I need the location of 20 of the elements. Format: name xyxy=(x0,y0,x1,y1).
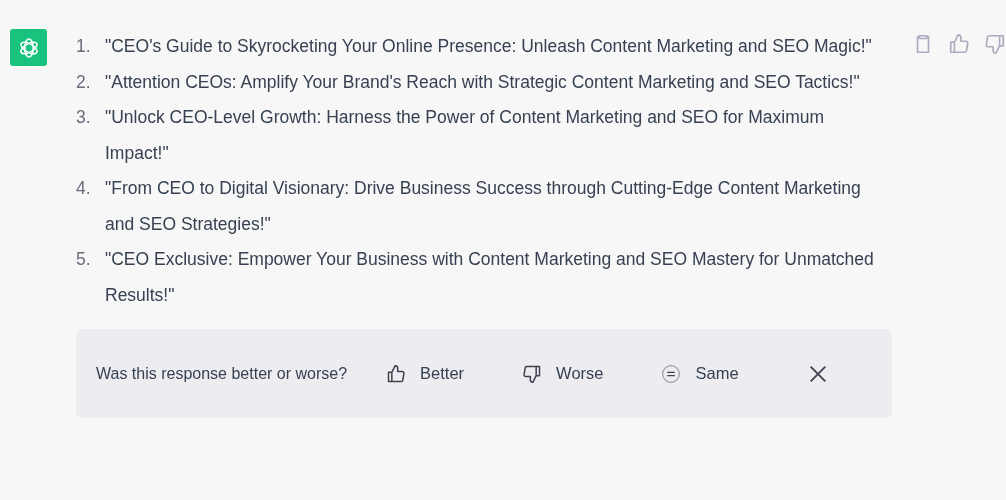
assistant-logo-icon xyxy=(10,29,47,66)
same-button[interactable]: Same xyxy=(661,363,739,384)
equals-circle-icon xyxy=(661,363,682,384)
list-item-text: "Unlock CEO-Level Growth: Harness the Power of Content Marketing and SEO for Maximum Impact!" xyxy=(105,106,826,165)
thumbs-up-icon[interactable] xyxy=(948,33,970,55)
list-item-text: "CEO Exclusive: Empower Your Business with Content Marketing and SEO Mastery for Unmatched Results!" xyxy=(105,248,875,307)
list-number: 5. xyxy=(76,248,92,271)
thumbs-down-icon xyxy=(522,363,543,384)
list-number: 3. xyxy=(76,106,92,129)
list-item-text: "From CEO to Digital Visionary: Drive Business Success through Cutting-Edge Content Marketing and SEO Strategies!" xyxy=(105,177,862,236)
list-number: 1. xyxy=(76,35,92,58)
feedback-question: Was this response better or worse? xyxy=(96,364,348,383)
list-item-text: "Attention CEOs: Amplify Your Brand's Reach with Strategic Content Marketing and SEO Tactics!" xyxy=(105,70,861,94)
better-button[interactable]: Better xyxy=(386,363,465,384)
thumbs-down-icon[interactable] xyxy=(984,33,1006,55)
list-number: 2. xyxy=(76,70,92,94)
list-item-text: "CEO's Guide to Skyrocketing Your Online Presence: Unleash Content Marketing and SEO Magic!" xyxy=(105,35,873,58)
list-number: 4. xyxy=(76,177,92,200)
worse-button[interactable]: Worse xyxy=(522,363,604,384)
thumbs-up-icon xyxy=(386,363,407,384)
